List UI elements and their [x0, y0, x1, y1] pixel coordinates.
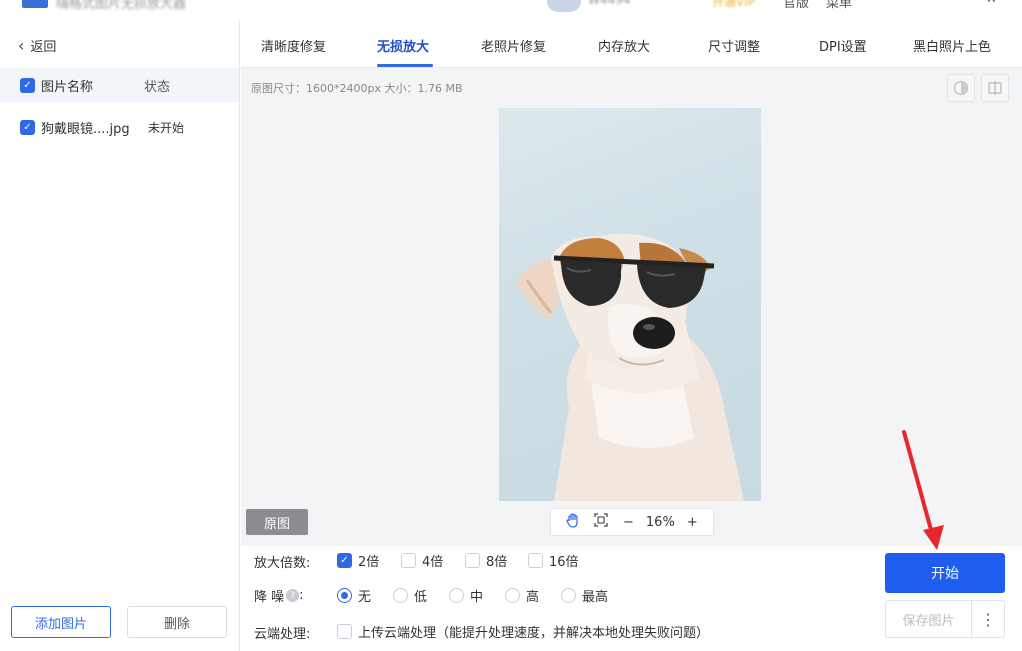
close-icon[interactable]: ✕	[986, 0, 997, 7]
denoise-option-medium[interactable]: 中	[449, 586, 483, 605]
scale-label: 放大倍数:	[254, 556, 311, 571]
zoom-out-button[interactable]: −	[623, 515, 634, 530]
scale-option-2x[interactable]: ✓ 2倍	[337, 551, 379, 570]
column-header-name: 图片名称	[41, 79, 94, 95]
denoise-option-low[interactable]: 低	[393, 586, 427, 605]
tab-size-adjust[interactable]: 尺寸调整	[708, 36, 760, 55]
file-status: 未开始	[148, 120, 185, 135]
zoom-toolbar: − 16% +	[550, 508, 714, 536]
add-image-button[interactable]: 添加图片	[11, 606, 111, 638]
compare-icon[interactable]	[947, 74, 975, 102]
original-image-button[interactable]: 原图	[246, 509, 308, 535]
save-image-button[interactable]: 保存图片	[885, 600, 971, 638]
start-button[interactable]: 开始	[885, 553, 1005, 593]
scale-option-16x[interactable]: 16倍	[528, 551, 579, 570]
denoise-medium-radio[interactable]	[449, 588, 464, 603]
app-title: 嗨格式图片无损放大器	[56, 0, 187, 12]
cloud-checkbox[interactable]	[337, 624, 352, 639]
denoise-option-none[interactable]: 无	[337, 586, 371, 605]
scale-16x-label: 16倍	[549, 555, 579, 570]
preview-image	[499, 108, 761, 501]
denoise-colon: :	[299, 588, 304, 603]
denoise-low-label: 低	[414, 590, 428, 605]
menu-link[interactable]: 菜单	[826, 0, 852, 11]
denoise-label-text: 降 噪	[254, 590, 285, 605]
image-preview-area: 原图尺寸：1600*2400px 大小：1.76 MB 原图 − 16% +	[241, 68, 1022, 546]
zoom-level: 16%	[645, 514, 675, 530]
cloud-option[interactable]: 上传云端处理（能提升处理速度，并解决本地处理失败问题）	[337, 622, 709, 641]
denoise-high-label: 高	[526, 590, 540, 605]
denoise-low-radio[interactable]	[393, 588, 408, 603]
denoise-option-max[interactable]: 最高	[561, 586, 608, 605]
official-link[interactable]: 官版	[783, 0, 809, 11]
help-icon[interactable]: ?	[286, 589, 300, 602]
scale-2x-checkbox[interactable]: ✓	[337, 553, 352, 568]
delete-button[interactable]: 删除	[127, 606, 227, 638]
file-checkbox[interactable]: ✓	[20, 119, 35, 135]
scale-8x-label: 8倍	[486, 555, 508, 570]
zoom-in-button[interactable]: +	[687, 515, 698, 530]
scale-4x-checkbox[interactable]	[401, 553, 416, 568]
scale-2x-label: 2倍	[358, 555, 380, 570]
scale-8x-checkbox[interactable]	[465, 553, 480, 568]
file-name: 狗戴眼镜....jpg	[41, 121, 130, 137]
select-all-checkbox[interactable]: ✓	[20, 77, 35, 93]
fit-screen-icon[interactable]	[593, 512, 609, 532]
more-options-button[interactable]: ⋮	[971, 600, 1005, 638]
denoise-max-radio[interactable]	[561, 588, 576, 603]
back-button[interactable]: ‹ 返回	[18, 36, 56, 55]
scale-option-4x[interactable]: 4倍	[401, 551, 443, 570]
denoise-medium-label: 中	[470, 590, 484, 605]
denoise-option-high[interactable]: 高	[505, 586, 539, 605]
file-list-header: ✓ 图片名称 状态	[0, 68, 239, 102]
denoise-none-radio[interactable]	[337, 588, 352, 603]
chevron-left-icon: ‹	[18, 36, 25, 55]
scale-option-8x[interactable]: 8倍	[465, 551, 507, 570]
cloud-label: 云端处理:	[254, 627, 311, 642]
title-bar: 嗨格式图片无损放大器 W4494 开通VIP 官版 菜单 — ✕	[0, 0, 1022, 20]
scale-16x-checkbox[interactable]	[528, 553, 543, 568]
denoise-max-label: 最高	[582, 590, 609, 605]
split-view-icon[interactable]	[981, 74, 1009, 102]
column-header-status: 状态	[144, 79, 171, 95]
denoise-none-label: 无	[358, 590, 372, 605]
denoise-high-radio[interactable]	[505, 588, 520, 603]
hand-pan-icon[interactable]	[565, 512, 581, 532]
denoise-label: 降 噪 ? :	[254, 586, 304, 605]
tab-dpi-settings[interactable]: DPI设置	[819, 36, 867, 55]
tab-bar: 清晰度修复 无损放大 老照片修复 内存放大 尺寸调整 DPI设置 黑白照片上色	[241, 20, 1022, 68]
sidebar: ‹ 返回 ✓ 图片名称 状态 ✓ 狗戴眼镜....jpg 未开始 添加图片 删除	[0, 20, 240, 651]
tab-colorize[interactable]: 黑白照片上色	[913, 36, 991, 55]
vip-link[interactable]: 开通VIP	[712, 0, 755, 10]
cloud-option-text: 上传云端处理（能提升处理速度，并解决本地处理失败问题）	[358, 626, 710, 641]
app-logo-icon	[22, 0, 48, 8]
tab-lossless-enlarge[interactable]: 无损放大	[377, 36, 429, 55]
minimize-icon[interactable]: —	[934, 0, 947, 7]
main-panel: 清晰度修复 无损放大 老照片修复 内存放大 尺寸调整 DPI设置 黑白照片上色 …	[241, 20, 1022, 651]
user-id: W4494	[588, 0, 631, 7]
back-label: 返回	[30, 40, 57, 55]
avatar[interactable]	[547, 0, 581, 12]
tab-old-photo-repair[interactable]: 老照片修复	[481, 36, 546, 55]
list-item[interactable]: ✓ 狗戴眼镜....jpg 未开始	[0, 112, 239, 142]
scale-4x-label: 4倍	[422, 555, 444, 570]
active-tab-indicator	[377, 64, 433, 67]
image-info: 原图尺寸：1600*2400px 大小：1.76 MB	[251, 82, 463, 95]
tab-memory-enlarge[interactable]: 内存放大	[598, 36, 650, 55]
tab-clarity-repair[interactable]: 清晰度修复	[261, 36, 326, 55]
